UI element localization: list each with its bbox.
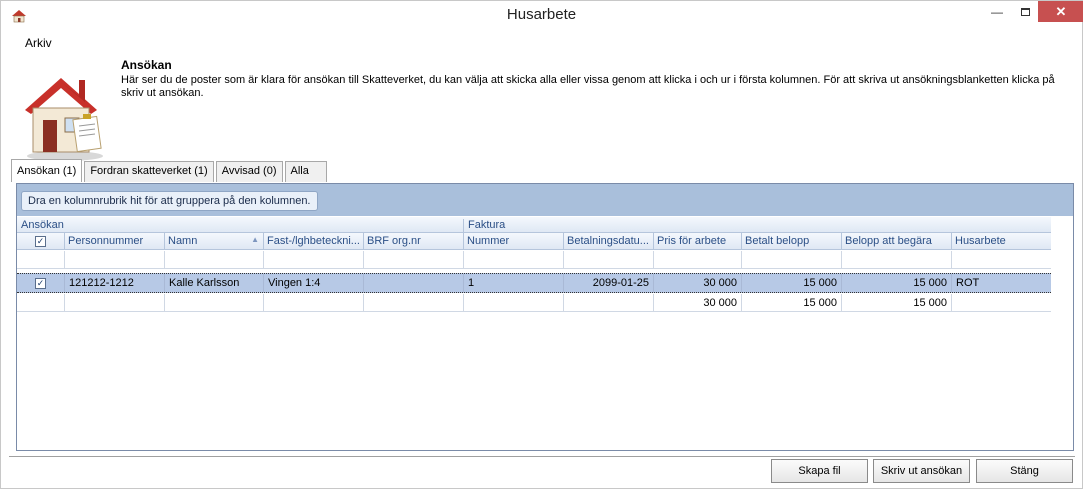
cell-betalt[interactable]: 15 000 bbox=[741, 274, 841, 292]
filter-cell[interactable] bbox=[164, 251, 263, 269]
cell-begara[interactable]: 15 000 bbox=[841, 274, 951, 292]
filter-cell[interactable] bbox=[841, 251, 951, 269]
close-button[interactable]: ✕ bbox=[1038, 1, 1083, 22]
filter-cell[interactable] bbox=[741, 251, 841, 269]
col-husarbete[interactable]: Husarbete bbox=[951, 233, 1051, 250]
button-separator bbox=[9, 456, 1075, 457]
row-select-cell[interactable]: ✓ bbox=[17, 274, 64, 292]
maximize-button[interactable] bbox=[1011, 1, 1039, 22]
totals-cell bbox=[363, 294, 463, 312]
col-brf-org-nr[interactable]: BRF org.nr bbox=[363, 233, 463, 250]
filter-cell[interactable] bbox=[363, 251, 463, 269]
skriv-ut-ansokan-button[interactable]: Skriv ut ansökan bbox=[873, 459, 970, 483]
minimize-button[interactable]: — bbox=[983, 1, 1011, 22]
filter-cell[interactable] bbox=[17, 251, 64, 269]
house-application-icon bbox=[25, 78, 103, 161]
total-pris: 30 000 bbox=[653, 294, 741, 312]
window-body: Arkiv Ansökan Här ser du de poster som ä… bbox=[0, 31, 1083, 489]
total-begara: 15 000 bbox=[841, 294, 951, 312]
totals-cell bbox=[64, 294, 164, 312]
group-by-area[interactable]: Dra en kolumnrubrik hit för att gruppera… bbox=[17, 184, 1073, 216]
close-icon: ✕ bbox=[1055, 3, 1067, 19]
cell-personnummer[interactable]: 121212-1212 bbox=[64, 274, 164, 292]
col-nummer[interactable]: Nummer bbox=[463, 233, 563, 250]
col-belopp-att-begara[interactable]: Belopp att begära bbox=[841, 233, 951, 250]
filter-cell[interactable] bbox=[653, 251, 741, 269]
column-header-row: ✓ Personnummer Namn ▲ Fast-/lghbeteckni.… bbox=[17, 233, 1051, 250]
totals-cell bbox=[263, 294, 363, 312]
band-header-row: Ansökan Faktura bbox=[17, 217, 1051, 233]
tab-alla[interactable]: Alla bbox=[284, 161, 327, 182]
cell-pris[interactable]: 30 000 bbox=[653, 274, 741, 292]
menu-arkiv[interactable]: Arkiv bbox=[25, 36, 52, 50]
maximize-icon bbox=[1020, 7, 1030, 16]
col-namn-label: Namn bbox=[168, 235, 198, 247]
cell-namn[interactable]: Kalle Karlsson bbox=[164, 274, 263, 292]
table-row[interactable]: ✓ 121212-1212 Kalle Karlsson Vingen 1:4 … bbox=[17, 273, 1051, 293]
total-betalt: 15 000 bbox=[741, 294, 841, 312]
col-personnummer[interactable]: Personnummer bbox=[64, 233, 164, 250]
cell-nummer[interactable]: 1 bbox=[463, 274, 563, 292]
band-ansokan: Ansökan bbox=[21, 219, 64, 231]
row-checkbox[interactable]: ✓ bbox=[35, 278, 46, 289]
sort-ascending-icon: ▲ bbox=[251, 235, 259, 244]
filter-cell[interactable] bbox=[563, 251, 653, 269]
col-pris-for-arbete[interactable]: Pris för arbete bbox=[653, 233, 741, 250]
page-title: Ansökan bbox=[121, 58, 172, 72]
filter-row[interactable] bbox=[17, 251, 1051, 269]
cell-fastighet[interactable]: Vingen 1:4 bbox=[263, 274, 363, 292]
totals-cell bbox=[17, 294, 64, 312]
col-betalningsdatum[interactable]: Betalningsdatu... bbox=[563, 233, 653, 250]
filter-cell[interactable] bbox=[951, 251, 1051, 269]
skapa-fil-button[interactable]: Skapa fil bbox=[771, 459, 868, 483]
page-description: Här ser du de poster som är klara för an… bbox=[121, 74, 1055, 99]
data-grid[interactable]: Dra en kolumnrubrik hit för att gruppera… bbox=[16, 183, 1074, 451]
col-namn[interactable]: Namn ▲ bbox=[164, 233, 263, 250]
select-all-header[interactable]: ✓ bbox=[17, 233, 64, 250]
totals-cell bbox=[563, 294, 653, 312]
title-bar[interactable]: Husarbete — ✕ bbox=[0, 0, 1083, 31]
stang-button[interactable]: Stäng bbox=[976, 459, 1073, 483]
group-by-hint: Dra en kolumnrubrik hit för att gruppera… bbox=[21, 191, 318, 211]
cell-brf[interactable] bbox=[363, 274, 463, 292]
tab-fordran-skatteverket[interactable]: Fordran skatteverket (1) bbox=[84, 161, 214, 182]
select-all-checkbox[interactable]: ✓ bbox=[35, 236, 46, 247]
window-title: Husarbete bbox=[506, 6, 577, 23]
minimize-icon: — bbox=[991, 4, 1003, 19]
col-fastighetsbeteckning[interactable]: Fast-/lghbeteckni... bbox=[263, 233, 363, 250]
filter-cell[interactable] bbox=[64, 251, 164, 269]
tab-bar: Ansökan (1) Fordran skatteverket (1) Avv… bbox=[11, 159, 329, 182]
totals-cell bbox=[951, 294, 1051, 312]
tab-avvisad[interactable]: Avvisad (0) bbox=[215, 161, 283, 182]
tab-ansokan[interactable]: Ansökan (1) bbox=[11, 159, 83, 182]
filter-cell[interactable] bbox=[263, 251, 363, 269]
col-betalt-belopp[interactable]: Betalt belopp bbox=[741, 233, 841, 250]
cell-husarbete[interactable]: ROT bbox=[951, 274, 1051, 292]
totals-cell bbox=[164, 294, 263, 312]
totals-row: 30 000 15 000 15 000 bbox=[17, 294, 1051, 312]
totals-cell bbox=[463, 294, 563, 312]
filter-cell[interactable] bbox=[463, 251, 563, 269]
band-faktura: Faktura bbox=[463, 219, 505, 233]
cell-betalningsdatum[interactable]: 2099-01-25 bbox=[563, 274, 653, 292]
